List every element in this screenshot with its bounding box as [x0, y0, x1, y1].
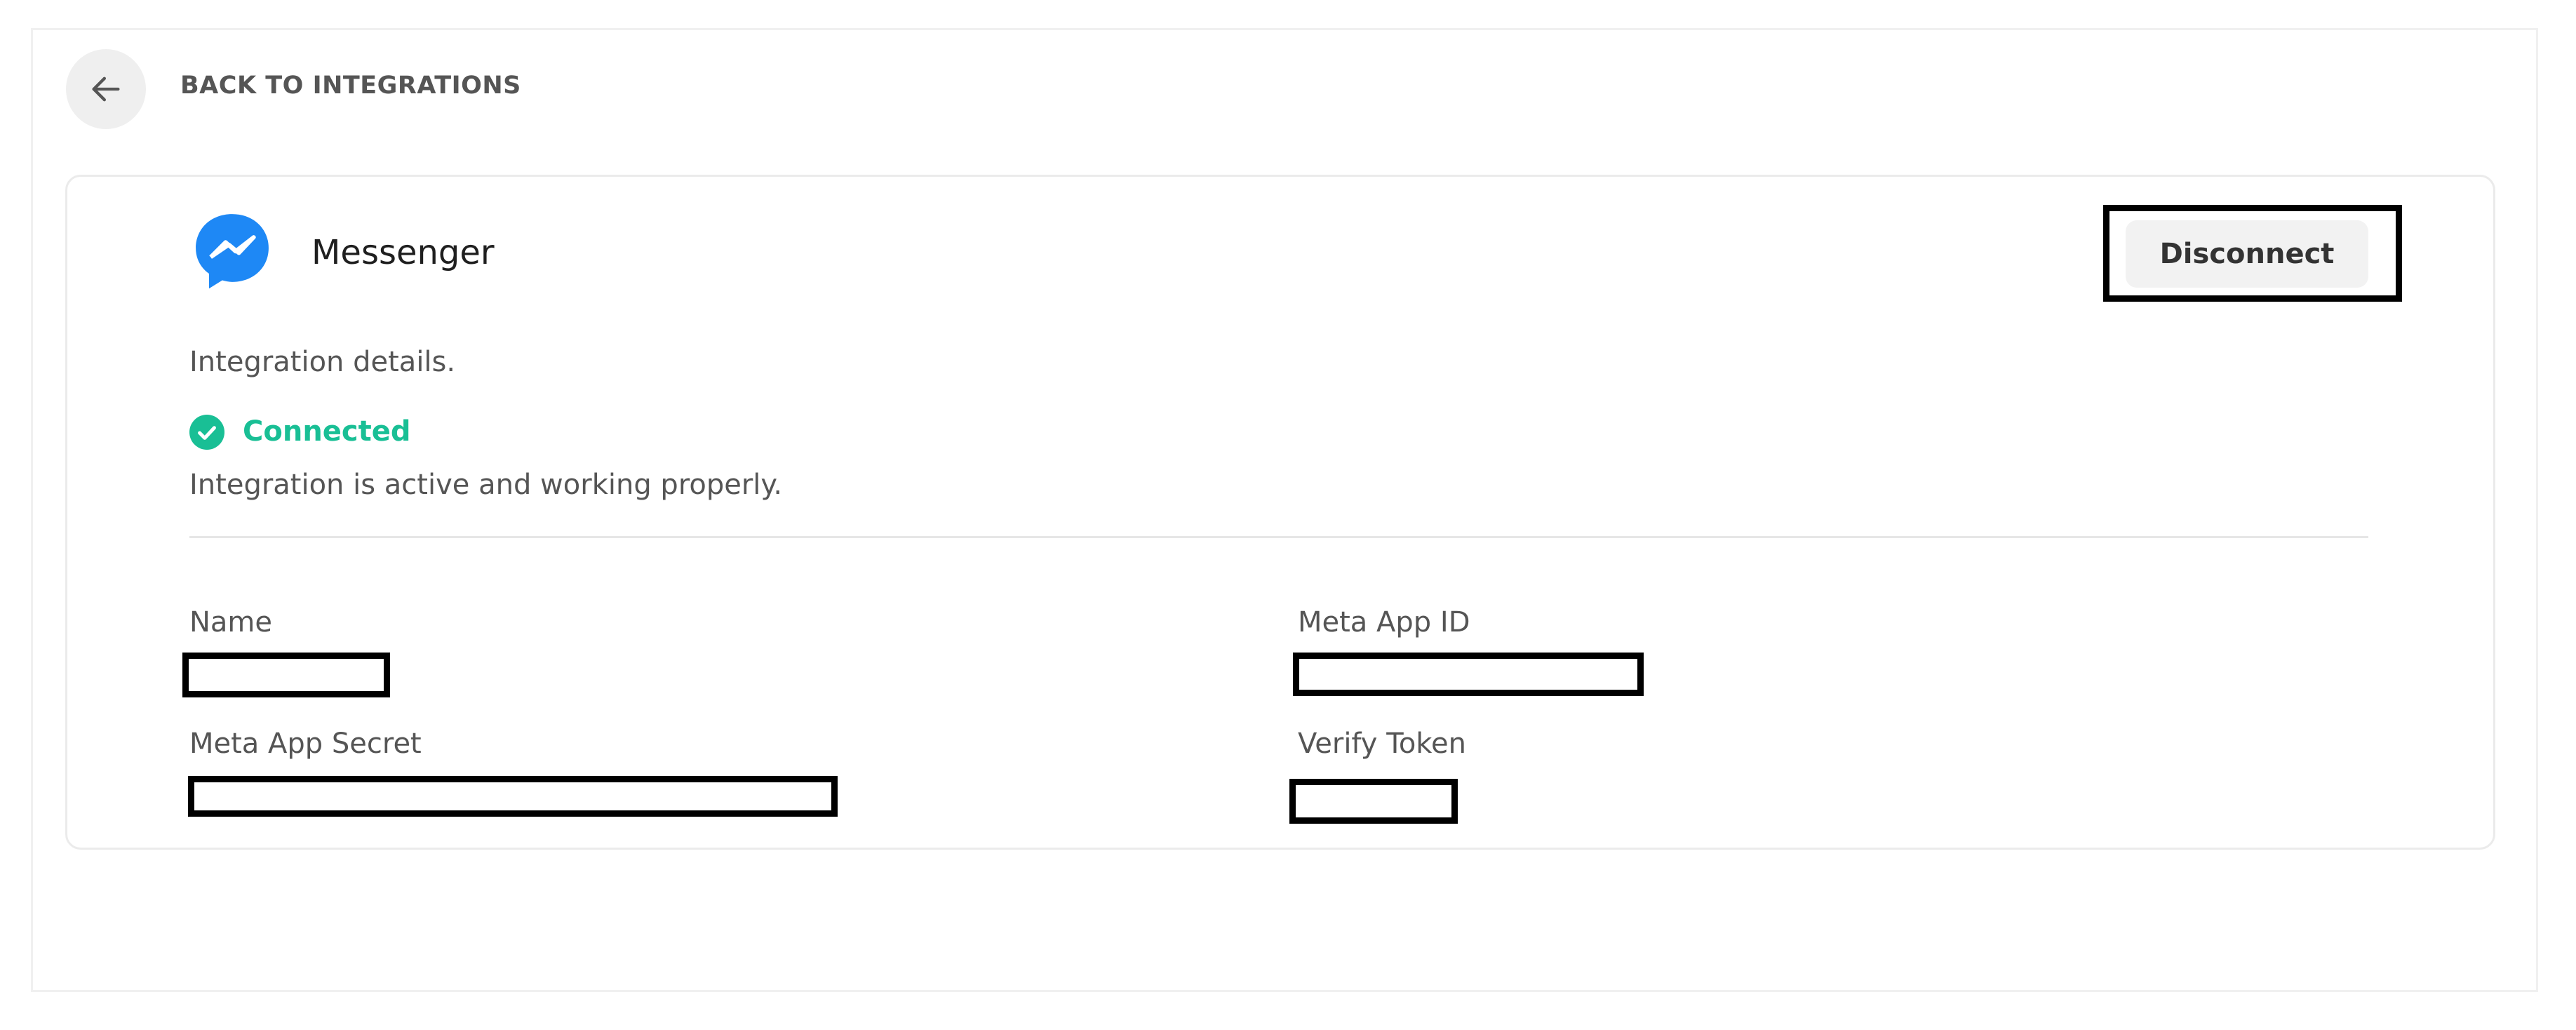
meta-app-id-label: Meta App ID: [1298, 606, 1470, 638]
check-circle-icon: [189, 415, 224, 450]
divider: [189, 536, 2368, 538]
status-badge: Connected: [243, 415, 411, 448]
verify-token-value-redacted: [1289, 779, 1458, 824]
verify-token-label: Verify Token: [1298, 728, 1466, 760]
meta-app-secret-value-redacted: [188, 776, 838, 817]
name-value-redacted: [182, 653, 390, 697]
name-label: Name: [189, 606, 273, 638]
status-description: Integration is active and working proper…: [189, 469, 783, 501]
messenger-logo-icon: [196, 214, 269, 289]
disconnect-button[interactable]: Disconnect: [2126, 220, 2368, 288]
integration-name: Messenger: [311, 233, 495, 272]
meta-app-id-value-redacted: [1293, 653, 1644, 696]
arrow-left-icon: [92, 76, 120, 102]
meta-app-secret-label: Meta App Secret: [189, 728, 422, 760]
back-to-integrations-link[interactable]: BACK TO INTEGRATIONS: [180, 72, 521, 100]
integration-details-heading: Integration details.: [189, 346, 456, 378]
back-button[interactable]: [66, 49, 146, 129]
